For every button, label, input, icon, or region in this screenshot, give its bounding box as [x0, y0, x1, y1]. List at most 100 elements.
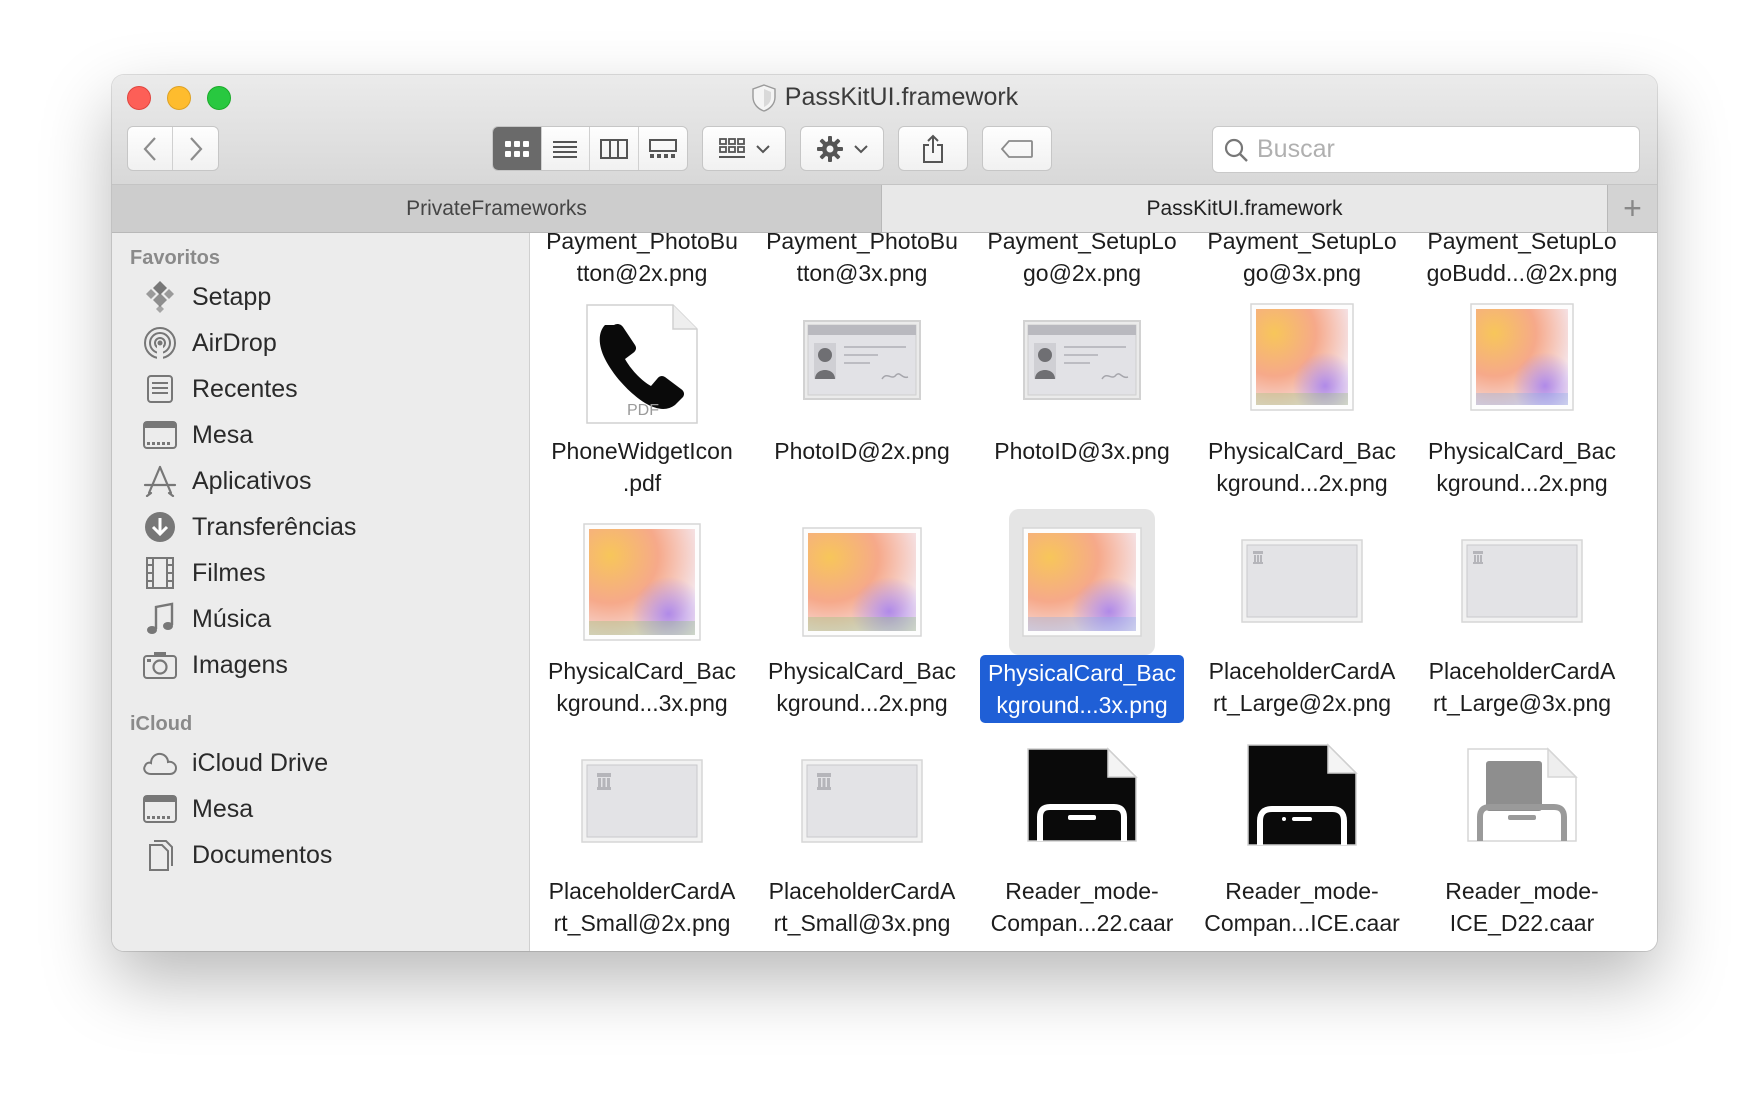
tab-passkitui-framework[interactable]: PassKitUI.framework: [882, 185, 1608, 232]
music-icon: [142, 601, 178, 637]
file-name: PhysicalCard_Bac kground...2x.png: [768, 658, 956, 716]
chevron-down-icon: [756, 144, 770, 153]
placeholder-card-thumbnail: [1241, 539, 1363, 623]
tag-icon: [1000, 139, 1033, 158]
file-name: PlaceholderCardA rt_Large@2x.png: [1208, 658, 1396, 716]
file-name: PhysicalCard_Bac kground...3x.png: [548, 658, 736, 716]
share-button[interactable]: [898, 126, 968, 171]
placeholder-card-thumbnail: [1461, 539, 1583, 623]
sidebar-item-label: Transferências: [192, 512, 357, 541]
sidebar-item-label: Mesa: [192, 794, 254, 823]
sidebar-item-transferencias[interactable]: Transferências: [142, 505, 356, 549]
columns-icon: [599, 138, 628, 159]
gradient-card-thumbnail: [1250, 303, 1354, 411]
file-name: PhotoID@3x.png: [994, 438, 1170, 464]
file-name: PhotoID@2x.png: [774, 438, 950, 464]
sidebar-item-label: Recentes: [192, 374, 298, 403]
action-menu-button[interactable]: [800, 126, 884, 171]
pdf-phone-thumbnail: PDF: [586, 304, 698, 424]
gear-icon: [817, 135, 843, 162]
finder-window: PassKitUI.framework Buscar PrivateFramew…: [112, 75, 1657, 951]
new-tab-button[interactable]: +: [1608, 185, 1657, 232]
sidebar-section-icloud: iCloud: [130, 713, 193, 735]
sidebar-item-aplicativos[interactable]: Aplicativos: [142, 459, 312, 503]
gradient-card-thumbnail: [1470, 303, 1574, 411]
back-forward-control: [127, 126, 219, 171]
group-by-button[interactable]: [702, 126, 786, 171]
search-input[interactable]: [1257, 135, 1617, 164]
tags-button[interactable]: [982, 126, 1052, 171]
photo-id-thumbnail: [1023, 320, 1141, 400]
sidebar-item-recentes[interactable]: Recentes: [142, 367, 298, 411]
airdrop-icon: [142, 325, 178, 361]
tab-bar: PrivateFrameworks PassKitUI.framework +: [112, 185, 1657, 233]
file-grid: Payment_PhotoBu tton@2x.png Payment_Photo…: [531, 233, 1657, 951]
file-name: PhysicalCard_Bac kground...3x.png: [972, 655, 1192, 723]
window-title-area: PassKitUI.framework: [112, 83, 1657, 112]
recents-icon: [142, 371, 178, 407]
view-mode-control: [492, 126, 688, 171]
sidebar: Favoritos Setapp AirDrop Recentes Mesa A…: [112, 233, 530, 951]
file-name: Payment_PhotoBu tton@2x.png: [546, 233, 738, 286]
sidebar-item-airdrop[interactable]: AirDrop: [142, 321, 277, 365]
chevron-left-icon: [143, 136, 156, 161]
list-view-button[interactable]: [542, 127, 590, 170]
file-name: Payment_SetupLo go@2x.png: [987, 233, 1177, 286]
framework-shield-icon: [752, 83, 776, 112]
desktop-icon: [142, 791, 178, 827]
gradient-card-thumbnail: [1022, 527, 1142, 637]
file-name: PhoneWidgetIcon .pdf: [551, 438, 733, 496]
chevron-down-icon: [854, 144, 868, 153]
gallery-view-button[interactable]: [639, 127, 688, 170]
sidebar-item-mesa[interactable]: Mesa: [142, 413, 253, 457]
sidebar-item-imagens[interactable]: Imagens: [142, 643, 288, 687]
file-name: Payment_PhotoBu tton@3x.png: [766, 233, 958, 286]
file-name: PlaceholderCardA rt_Small@2x.png: [548, 878, 736, 936]
gallery-icon: [648, 138, 677, 158]
placeholder-card-thumbnail: [801, 759, 923, 843]
file-name: Reader_mode- ICE_D22.caar: [1445, 878, 1599, 936]
list-icon: [553, 140, 578, 158]
desktop-icon: [142, 417, 178, 453]
sidebar-item-label: Filmes: [192, 558, 266, 587]
gradient-card-thumbnail: [583, 523, 701, 641]
reader-mode-thumbnail: [1247, 743, 1358, 846]
documents-icon: [142, 837, 178, 873]
toolbar: PassKitUI.framework: [112, 75, 1657, 185]
file-name: PlaceholderCardA rt_Large@3x.png: [1428, 658, 1616, 716]
sidebar-item-label: Imagens: [192, 650, 288, 679]
sidebar-item-icloud-drive[interactable]: iCloud Drive: [142, 741, 328, 785]
tab-privateframeworks[interactable]: PrivateFrameworks: [112, 185, 882, 232]
gradient-card-thumbnail: [802, 527, 922, 637]
back-button[interactable]: [128, 127, 174, 170]
sidebar-item-filmes[interactable]: Filmes: [142, 551, 266, 595]
sidebar-section-favorites: Favoritos: [130, 247, 221, 269]
setapp-icon: [142, 279, 178, 315]
cloud-icon: [142, 745, 178, 781]
sidebar-item-label: Documentos: [192, 840, 333, 869]
share-icon: [923, 134, 943, 163]
forward-button[interactable]: [173, 127, 218, 170]
chevron-right-icon: [189, 136, 202, 161]
sidebar-item-documentos[interactable]: Documentos: [142, 833, 332, 877]
reader-mode-thumbnail: [1467, 747, 1578, 842]
sidebar-item-musica[interactable]: Música: [142, 597, 271, 641]
movies-icon: [142, 555, 178, 591]
search-field[interactable]: [1212, 126, 1640, 173]
file-name: PlaceholderCardA rt_Small@3x.png: [768, 878, 956, 936]
sidebar-item-setapp[interactable]: Setapp: [142, 275, 271, 319]
column-view-button[interactable]: [590, 127, 639, 170]
sidebar-item-icloud-mesa[interactable]: Mesa: [142, 787, 253, 831]
reader-mode-thumbnail: [1027, 747, 1138, 842]
icon-view-button[interactable]: [493, 127, 542, 170]
file-name: PhysicalCard_Bac kground...2x.png: [1428, 438, 1616, 496]
sidebar-item-label: Setapp: [192, 282, 272, 311]
photo-id-thumbnail: [803, 320, 921, 400]
file-name: Payment_SetupLo go@3x.png: [1207, 233, 1397, 286]
sidebar-item-label: Mesa: [192, 420, 254, 449]
placeholder-card-thumbnail: [581, 759, 703, 843]
sidebar-item-label: iCloud Drive: [192, 748, 329, 777]
file-name: Reader_mode- Compan...ICE.caar: [1204, 878, 1400, 936]
file-name: PhysicalCard_Bac kground...2x.png: [1208, 438, 1396, 496]
sidebar-item-label: Aplicativos: [192, 466, 312, 495]
